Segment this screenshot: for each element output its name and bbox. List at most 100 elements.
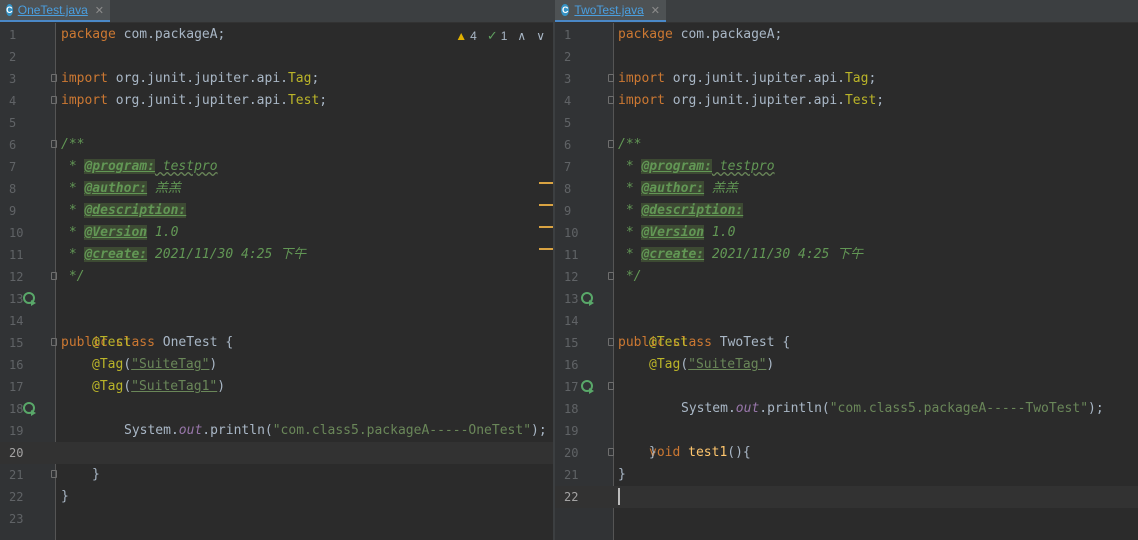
editor-pane-right[interactable]: C TwoTest.java ✕ 1 package com.packageA; … [555, 0, 1138, 540]
code-line-current[interactable]: 20 [0, 442, 553, 464]
code-text: ; [311, 71, 320, 86]
code-line[interactable]: 2 [555, 46, 1138, 68]
code-line[interactable]: 3 import org.junit.jupiter.api.Tag; [0, 68, 553, 90]
code-line[interactable]: 18 System.out.println("com.class5.package… [555, 398, 1138, 420]
code-line[interactable]: 8 * @author: 羔羔 [0, 178, 553, 200]
fold-marker-icon[interactable] [608, 272, 614, 280]
tab-label: OneTest.java [17, 3, 88, 17]
line-number: 14 [564, 314, 579, 328]
code-line[interactable]: 21} [0, 464, 553, 486]
code-line[interactable]: 13 public class TwoTest { [555, 288, 1138, 350]
line-number: 9 [9, 204, 17, 218]
line-number: 10 [564, 226, 579, 240]
code-line[interactable]: 4 import org.junit.jupiter.api.Test; [555, 90, 1138, 112]
fold-marker-icon[interactable] [608, 74, 614, 82]
code-line[interactable]: 2 [0, 46, 553, 68]
code-line[interactable]: 18 void test1(){ [0, 398, 553, 460]
code-line[interactable]: 11 * @create: 2021/11/30 4:25 下午 [555, 244, 1138, 266]
fold-marker-icon[interactable] [608, 382, 614, 390]
code-line[interactable]: 10 * @Version 1.0 [0, 222, 553, 244]
code-line[interactable]: 17 void test1(){ [555, 376, 1138, 460]
code-line[interactable]: 6 /** [0, 134, 553, 156]
code-line[interactable]: 8 * @author: 羔羔 [555, 178, 1138, 200]
string-literal: "SuiteTag1" [131, 379, 218, 394]
line-number: 5 [564, 116, 572, 130]
fold-marker-icon[interactable] [608, 96, 614, 104]
code-line[interactable]: 19 System.out.println("com.class5.package… [0, 420, 553, 442]
code-text: } [649, 445, 657, 460]
code-line[interactable]: 23 [0, 508, 553, 530]
code-line[interactable]: 14 [555, 310, 1138, 332]
tab-onetest[interactable]: C OneTest.java ✕ [0, 0, 110, 22]
code-line[interactable]: 15 @Test [0, 332, 553, 354]
run-test-icon[interactable] [23, 402, 37, 416]
keyword: package [61, 27, 116, 42]
code-line[interactable]: 16 @Tag("SuiteTag") [555, 354, 1138, 376]
code-line[interactable]: 1 package com.packageA; [555, 24, 1138, 46]
fold-marker-icon[interactable] [51, 338, 57, 346]
code-line[interactable]: 21} [555, 464, 1138, 486]
code-line[interactable]: 5 [555, 112, 1138, 134]
doc-comment: * [61, 247, 85, 262]
close-icon[interactable]: ✕ [651, 4, 660, 17]
run-test-icon[interactable] [581, 380, 595, 394]
fold-marker-icon[interactable] [51, 272, 57, 280]
code-line[interactable]: 9 * @description: [555, 200, 1138, 222]
code-line[interactable]: 16 @Tag("SuiteTag") [0, 354, 553, 376]
line-number: 17 [9, 380, 24, 394]
code-line[interactable]: 12 */ [555, 266, 1138, 288]
code-line[interactable]: 5 [0, 112, 553, 134]
code-text: System. [681, 401, 736, 416]
fold-marker-icon[interactable] [51, 74, 57, 82]
code-text: } [92, 467, 100, 482]
close-icon[interactable]: ✕ [95, 4, 104, 17]
doc-comment: */ [618, 269, 642, 284]
code-line[interactable]: 1 package com.packageA; [0, 24, 553, 46]
code-line[interactable]: 15 @Test [555, 332, 1138, 354]
run-test-icon[interactable] [23, 292, 37, 306]
code-line[interactable]: 4 import org.junit.jupiter.api.Test; [0, 90, 553, 112]
code-line[interactable]: 10 * @Version 1.0 [555, 222, 1138, 244]
code-text: org.junit.jupiter.api. [107, 93, 288, 108]
fold-marker-icon[interactable] [51, 96, 57, 104]
code-line[interactable]: 22} [0, 486, 553, 508]
code-line[interactable]: 12 */ [0, 266, 553, 288]
code-line[interactable]: 9 * @description: [0, 200, 553, 222]
code-editor-left[interactable]: ▲ 4 ✓ 1 ∧ ∨ 1 package com.packageA; 2 3 impo… [0, 23, 553, 540]
run-test-icon[interactable] [581, 292, 595, 306]
line-number: 15 [564, 336, 579, 350]
code-line-current[interactable]: 22 [555, 486, 1138, 508]
line-number: 20 [9, 446, 24, 460]
code-editor-right[interactable]: 1 package com.packageA; 2 3 import org.jun… [555, 23, 1138, 540]
code-text: ); [531, 423, 547, 438]
code-text: org.junit.jupiter.api. [664, 93, 845, 108]
line-number: 19 [9, 424, 24, 438]
code-line[interactable]: 17 @Tag("SuiteTag1") [0, 376, 553, 398]
code-line[interactable]: 13 public class OneTest { [0, 288, 553, 350]
text-cursor [618, 488, 620, 505]
code-line[interactable]: 6 /** [555, 134, 1138, 156]
tab-twotest[interactable]: C TwoTest.java ✕ [555, 0, 666, 22]
fold-marker-icon[interactable] [608, 448, 614, 456]
code-line[interactable]: 14 [0, 310, 553, 332]
editor-pane-left[interactable]: C OneTest.java ✕ ▲ 4 ✓ 1 ∧ ∨ 1 package com.… [0, 0, 553, 540]
fold-marker-icon[interactable] [51, 140, 57, 148]
code-line[interactable]: 20} [555, 442, 1138, 464]
doc-comment: * [61, 203, 85, 218]
line-number: 11 [9, 248, 24, 262]
fold-marker-icon[interactable] [608, 338, 614, 346]
fold-marker-icon[interactable] [51, 470, 57, 478]
code-line[interactable]: 11 * @create: 2021/11/30 4:25 下午 [0, 244, 553, 266]
code-line[interactable]: 3 import org.junit.jupiter.api.Tag; [555, 68, 1138, 90]
fold-marker-icon[interactable] [608, 140, 614, 148]
doc-comment: * [618, 181, 642, 196]
code-line[interactable]: 19 [555, 420, 1138, 442]
code-text: .println( [759, 401, 830, 416]
line-number: 6 [9, 138, 17, 152]
doc-tag: @Version [641, 225, 705, 240]
doc-value: testpro [154, 159, 218, 174]
code-line[interactable]: 7 * @program: testpro [0, 156, 553, 178]
keyword: import [618, 71, 665, 86]
annotation: @Test [649, 335, 689, 350]
code-line[interactable]: 7 * @program: testpro [555, 156, 1138, 178]
